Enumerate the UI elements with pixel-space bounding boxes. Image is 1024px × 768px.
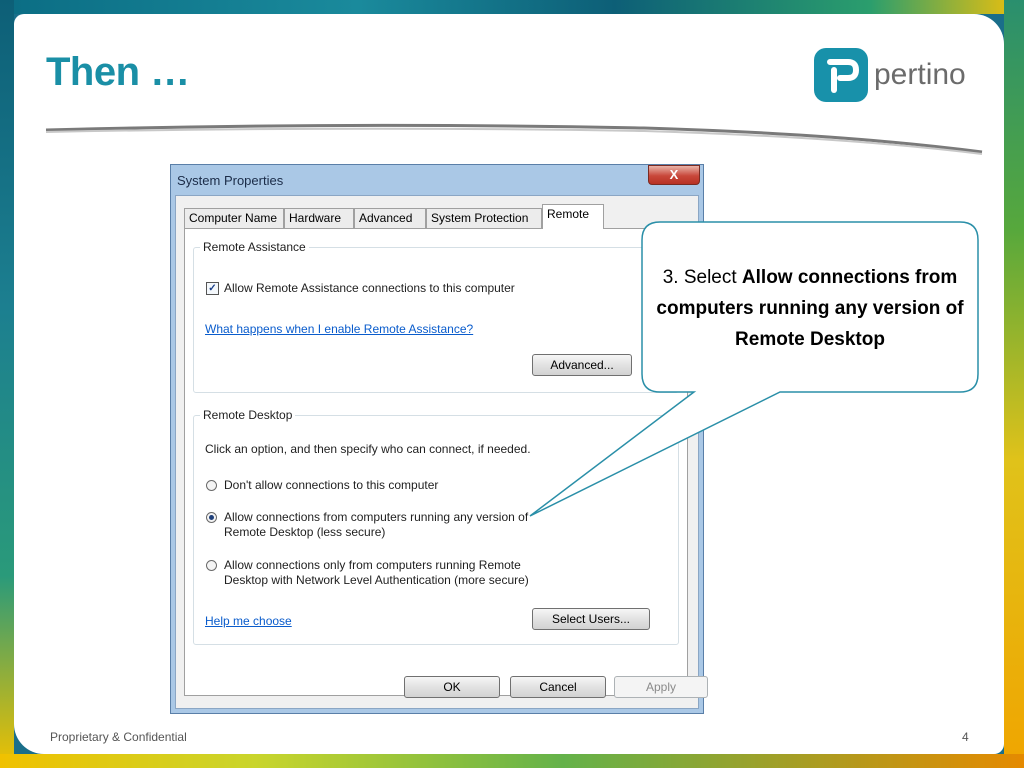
dialog-title: System Properties [177,173,284,188]
ok-button[interactable]: OK [404,676,500,698]
help-me-choose-link[interactable]: Help me choose [205,614,292,628]
tab-computer-name[interactable]: Computer Name [184,208,284,228]
apply-button[interactable]: Apply [614,676,708,698]
allow-any-version-radio[interactable] [206,512,217,523]
select-users-button[interactable]: Select Users... [532,608,650,630]
dont-allow-connections-label[interactable]: Don't allow connections to this computer [224,478,438,492]
close-button[interactable]: X [648,165,700,185]
callout-text: 3. Select Allow connections from compute… [650,262,970,355]
dont-allow-connections-radio[interactable] [206,480,217,491]
allow-remote-assistance-checkbox[interactable]: ✓ [206,282,219,295]
slide-frame-bottom [0,754,1024,768]
tab-advanced[interactable]: Advanced [354,208,426,228]
allow-any-version-label-line2[interactable]: Remote Desktop (less secure) [224,525,385,539]
cancel-button[interactable]: Cancel [510,676,606,698]
remote-desktop-label: Remote Desktop [200,408,296,422]
slide: Then … pertino System Properties X Compu… [14,14,1004,754]
remote-desktop-instruction: Click an option, and then specify who ca… [205,442,531,456]
allow-nla-only-label-line2[interactable]: Desktop with Network Level Authenticatio… [224,573,529,587]
tab-hardware[interactable]: Hardware [284,208,354,228]
slide-frame-top [0,0,1024,14]
allow-any-version-label-line1[interactable]: Allow connections from computers running… [224,510,528,524]
tab-remote[interactable]: Remote [542,204,604,229]
pertino-logo: pertino [814,48,974,106]
remote-assistance-help-link[interactable]: What happens when I enable Remote Assist… [205,322,473,336]
remote-assistance-label: Remote Assistance [200,240,309,254]
footer-confidential: Proprietary & Confidential [50,730,187,744]
allow-nla-only-label-line1[interactable]: Allow connections only from computers ru… [224,558,521,572]
remote-assistance-group: Remote Assistance ✓ Allow Remote Assista… [193,240,679,393]
pertino-logo-icon [814,48,868,102]
allow-nla-only-radio[interactable] [206,560,217,571]
advanced-button[interactable]: Advanced... [532,354,632,376]
page-number: 4 [962,730,969,744]
allow-remote-assistance-label[interactable]: Allow Remote Assistance connections to t… [224,281,515,295]
slide-frame-right [1004,0,1024,768]
logo-text: pertino [874,58,966,91]
slide-title: Then … [46,50,190,94]
title-underline-swoosh [45,123,983,155]
callout-prefix: 3. Select [662,267,742,288]
slide-frame-left [0,0,14,768]
system-properties-dialog: System Properties X Computer Name Hardwa… [170,164,708,714]
tab-system-protection[interactable]: System Protection [426,208,542,228]
remote-desktop-group: Remote Desktop Click an option, and then… [193,408,679,645]
